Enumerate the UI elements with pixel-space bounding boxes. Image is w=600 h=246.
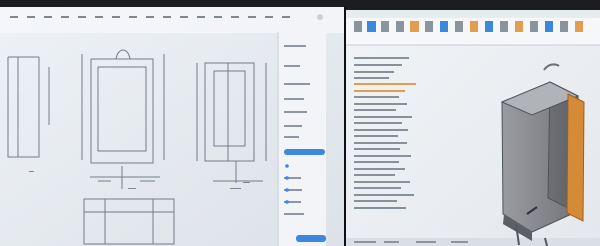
tool-icon-15[interactable]: [265, 16, 273, 18]
tick-1: [29, 171, 34, 172]
tree-line-19: [354, 174, 395, 176]
ribbon-icon-10[interactable]: [485, 21, 493, 32]
tool-icon-5[interactable]: [95, 16, 103, 18]
status-item-2: [384, 241, 399, 243]
tree-line-18: [354, 168, 405, 170]
tool-icon-12[interactable]: [214, 16, 222, 18]
menu-icon[interactable]: [10, 16, 18, 18]
tree-line-23: [354, 200, 397, 202]
feature-tree: [354, 57, 416, 209]
tree-line-2: [354, 64, 402, 66]
tool-icon-3[interactable]: [61, 16, 69, 18]
tick-4: [243, 182, 250, 183]
tree-line-10: [354, 116, 412, 118]
panel-line-2: [284, 65, 300, 67]
monitor-gap: [344, 7, 346, 246]
ribbon-icon-8[interactable]: [455, 21, 463, 32]
ribbon-icon-12[interactable]: [515, 21, 523, 32]
panel-line-6: [284, 125, 302, 127]
panel-secondary-button[interactable]: [296, 235, 326, 242]
tree-line-8: [354, 103, 407, 105]
ribbon-icon-7[interactable]: [440, 21, 448, 32]
left-toolbar-band: [0, 7, 344, 33]
tool-icon-6[interactable]: [112, 16, 120, 18]
ribbon-icon-15[interactable]: [560, 21, 568, 32]
tool-icon-1[interactable]: [27, 16, 35, 18]
panel-dot-3: [285, 188, 289, 192]
tree-line-22: [354, 194, 414, 196]
right-monitor: [346, 10, 600, 246]
tool-icon-2[interactable]: [44, 16, 52, 18]
status-item-1: [354, 241, 376, 243]
tick-2: [128, 188, 136, 189]
ribbon-icon-9[interactable]: [470, 21, 478, 32]
ribbon-icon-16[interactable]: [575, 21, 583, 32]
photo-scene: [0, 0, 600, 246]
tool-icon-8[interactable]: [146, 16, 154, 18]
tree-line-16: [354, 155, 411, 157]
tool-icon-11[interactable]: [197, 16, 205, 18]
tree-line-21: [354, 187, 401, 189]
ribbon-icon-6[interactable]: [425, 21, 433, 32]
panel-line-5: [284, 111, 307, 113]
tree-line-15: [354, 148, 400, 150]
ribbon-icon-3[interactable]: [381, 21, 389, 32]
tool-icon-10[interactable]: [180, 16, 188, 18]
tool-icon-16[interactable]: [282, 16, 290, 18]
tree-line-7: [354, 96, 399, 98]
tool-icon-13[interactable]: [231, 16, 239, 18]
tree-line-9: [354, 109, 396, 111]
scene-svg: [0, 0, 600, 246]
ribbon-icon-4[interactable]: [396, 21, 404, 32]
ribbon-icon-11[interactable]: [500, 21, 508, 32]
panel-dot-4: [285, 200, 289, 204]
status-item-3: [416, 241, 436, 243]
tool-icon-7[interactable]: [129, 16, 137, 18]
tree-highlight-1[interactable]: [354, 83, 416, 85]
ribbon-icon-5[interactable]: [410, 21, 419, 32]
left-monitor: [0, 7, 344, 246]
right-top-strip: [346, 10, 600, 18]
tool-icon-9[interactable]: [163, 16, 171, 18]
tool-icon-14[interactable]: [248, 16, 256, 18]
tree-line-14: [354, 142, 407, 144]
panel-dot-2: [285, 176, 289, 180]
tool-icon-4[interactable]: [78, 16, 86, 18]
panel-line-1: [284, 45, 306, 47]
panel-line-3: [284, 83, 310, 85]
tree-line-11: [354, 122, 402, 124]
ribbon-icon-2[interactable]: [367, 21, 376, 32]
ribbon-icon-1[interactable]: [354, 21, 362, 32]
window-control-icon[interactable]: [317, 14, 323, 20]
tree-line-13: [354, 135, 398, 137]
tree-line-3: [354, 71, 394, 73]
tree-highlight-2[interactable]: [354, 90, 405, 92]
panel-line-7: [284, 136, 299, 138]
tree-line-12: [354, 129, 408, 131]
panel-line-4: [284, 98, 304, 100]
tree-line-20: [354, 181, 410, 183]
status-item-4: [451, 241, 468, 243]
tick-3: [230, 188, 241, 189]
tree-line-24: [354, 207, 406, 209]
ribbon-icon-14[interactable]: [545, 21, 553, 32]
panel-line-11: [284, 213, 304, 215]
tree-line-1: [354, 57, 409, 59]
panel-dot-1: [285, 164, 289, 168]
panel-primary-button[interactable]: [284, 149, 325, 155]
cabinet-orange-edge: [566, 93, 585, 222]
ribbon-icon-13[interactable]: [530, 21, 538, 32]
tree-line-4: [354, 77, 389, 79]
tree-line-17: [354, 161, 399, 163]
